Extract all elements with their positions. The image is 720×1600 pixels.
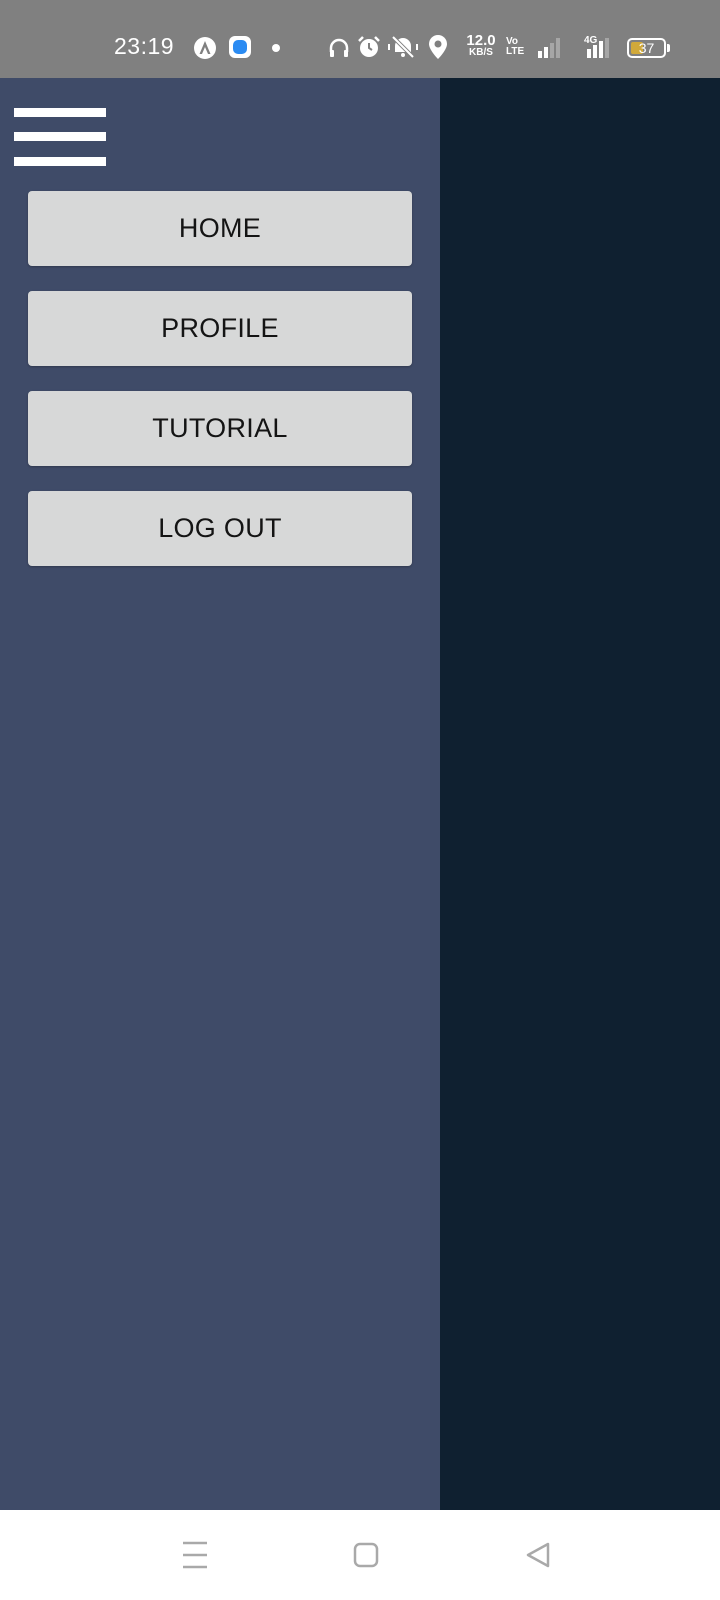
drawer-scrim[interactable] [440, 78, 720, 1510]
battery-cap [667, 44, 670, 52]
hamburger-bar [14, 132, 106, 141]
volte-indicator: Vo LTE [506, 37, 524, 57]
signal-icon-1 [538, 38, 560, 58]
status-time: 23:19 [114, 33, 175, 59]
battery-level: 37 [638, 40, 655, 56]
hamburger-menu-icon[interactable] [14, 108, 106, 168]
status-bar: 23:19 12.0 KB/S Vo LTE 4G 37 [0, 0, 720, 78]
location-icon [429, 35, 447, 59]
home-icon[interactable] [343, 1532, 389, 1578]
volte-bottom-label: LTE [506, 46, 525, 57]
log-out-button[interactable]: LOG OUT [28, 491, 412, 566]
network-speed: 12.0 KB/S [462, 33, 500, 58]
headphones-icon [329, 38, 349, 57]
app-blue-icon [229, 36, 251, 58]
tutorial-button[interactable]: TUTORIAL [28, 391, 412, 466]
recents-icon[interactable] [172, 1532, 218, 1578]
navigation-drawer: HOME PROFILE TUTORIAL LOG OUT [0, 78, 440, 1510]
profile-button[interactable]: PROFILE [28, 291, 412, 366]
notification-dot-icon [272, 44, 280, 52]
hamburger-bar [14, 108, 106, 117]
system-navigation-bar [0, 1510, 720, 1600]
battery-icon: 37 [627, 38, 666, 58]
alarm-icon [358, 36, 380, 57]
home-button[interactable]: HOME [28, 191, 412, 266]
signal-icon-2 [587, 38, 609, 58]
hamburger-bar [14, 157, 106, 166]
back-icon[interactable] [515, 1532, 561, 1578]
vibrate-mute-icon [388, 35, 418, 59]
app-a-icon [194, 37, 216, 59]
